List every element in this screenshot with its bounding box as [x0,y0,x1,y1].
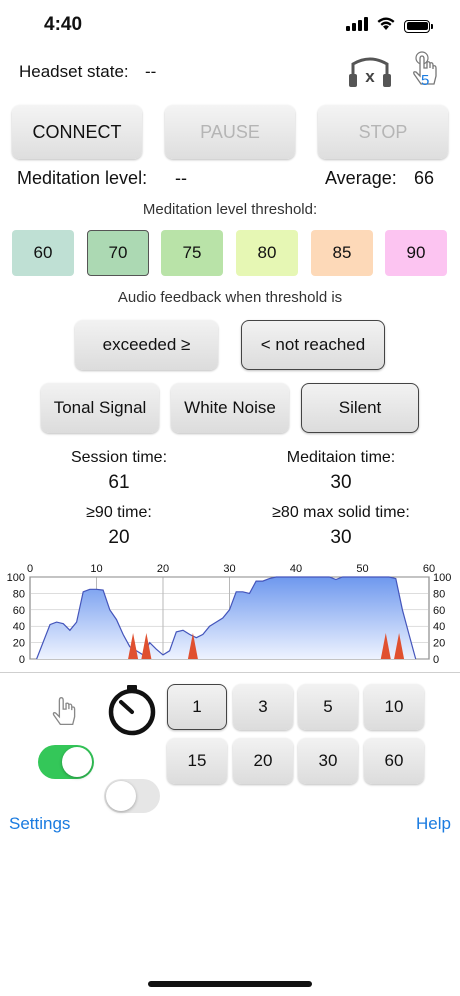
home-indicator [148,981,312,987]
chart-y-tick-label-right: 100 [433,572,451,584]
threshold-60[interactable]: 60 [12,230,74,276]
chart-x-tick-label: 50 [356,563,368,575]
threshold-options: 60 70 75 80 85 90 [12,230,450,276]
chart-x-tick-label: 20 [157,563,169,575]
chart-y-tick-label-right: 20 [433,638,445,650]
session-time-label: Session time: [70,449,168,466]
ge80-max-solid-value: 30 [330,527,352,548]
duration-20-button[interactable]: 20 [233,738,293,784]
touch-count-badge: 5 [421,72,430,89]
stopwatch-icon[interactable] [106,684,158,741]
threshold-75[interactable]: 75 [161,230,223,276]
meditation-level-label: Meditation level: [17,168,148,188]
meditation-time-value: 30 [330,472,352,493]
threshold-85[interactable]: 85 [311,230,373,276]
chart-x-tick-label: 0 [27,563,33,575]
chart-y-tick-label-right: 40 [433,621,445,633]
duration-30-button[interactable]: 30 [298,738,358,784]
pause-button[interactable]: PAUSE [165,105,295,159]
settings-link[interactable]: Settings [9,814,70,834]
threshold-90[interactable]: 90 [385,230,447,276]
ge90-time-value: 20 [108,527,130,548]
svg-text:x: x [365,67,375,86]
duration-5-button[interactable]: 5 [298,684,358,730]
chart-x-tick-label: 10 [90,563,102,575]
threshold-80[interactable]: 80 [236,230,298,276]
help-link[interactable]: Help [416,814,451,834]
not-reached-button[interactable]: < not reached [241,320,385,370]
touch-hand-icon[interactable] [48,692,86,737]
chart-y-tick-label-right: 80 [433,588,445,600]
chart-y-tick-label-left: 100 [7,572,25,584]
headset-x-icon[interactable]: x [349,56,391,93]
stop-button[interactable]: STOP [318,105,448,159]
ge80-max-solid-label: ≥80 max solid time: [272,504,410,521]
white-noise-button[interactable]: White Noise [171,383,289,433]
chart-y-tick-label-left: 80 [13,588,25,600]
status-time: 4:40 [44,14,83,35]
duration-60-button[interactable]: 60 [364,738,424,784]
meditation-time-label: Meditaion time: [286,449,396,466]
session-time-value: 61 [108,472,130,493]
duration-15-button[interactable]: 15 [167,738,227,784]
timer-toggle[interactable] [104,779,160,813]
status-icons [346,16,433,36]
chart-y-tick-label-left: 0 [19,654,25,666]
headset-state-label: Headset state: [19,62,129,81]
meditation-level-value: -- [175,168,187,188]
duration-3-button[interactable]: 3 [233,684,293,730]
touch-toggle[interactable] [38,745,94,779]
chart-y-tick-label-left: 60 [13,605,25,617]
battery-icon [404,19,433,33]
duration-10-button[interactable]: 10 [364,684,424,730]
silent-button[interactable]: Silent [301,383,419,433]
exceeded-button[interactable]: exceeded ≥ [75,320,218,370]
duration-1-button[interactable]: 1 [167,684,227,730]
chart-x-tick-label: 30 [223,563,235,575]
wifi-icon [376,16,396,36]
threshold-title: Meditation level threshold: [142,201,318,218]
chart-y-tick-label-right: 0 [433,654,439,666]
connect-button[interactable]: CONNECT [12,105,142,159]
average-label: Average: [325,168,397,188]
meditation-chart: 0 10 20 30 40 50 600 020 2040 4060 6080 80100 100 [7,563,452,666]
chart-y-tick-label-right: 60 [433,605,445,617]
threshold-70[interactable]: 70 [87,230,149,276]
chart-divider [0,672,460,673]
audio-feedback-title: Audio feedback when threshold is [117,289,343,306]
headset-state-value: -- [145,62,157,81]
chart-x-tick-label: 40 [290,563,302,575]
tonal-signal-button[interactable]: Tonal Signal [41,383,159,433]
chart-y-tick-label-left: 40 [13,621,25,633]
ge90-time-label: ≥90 time: [86,504,152,521]
average-value: 66 [414,168,435,188]
chart-y-tick-label-left: 20 [13,638,25,650]
signal-icon [346,16,368,36]
